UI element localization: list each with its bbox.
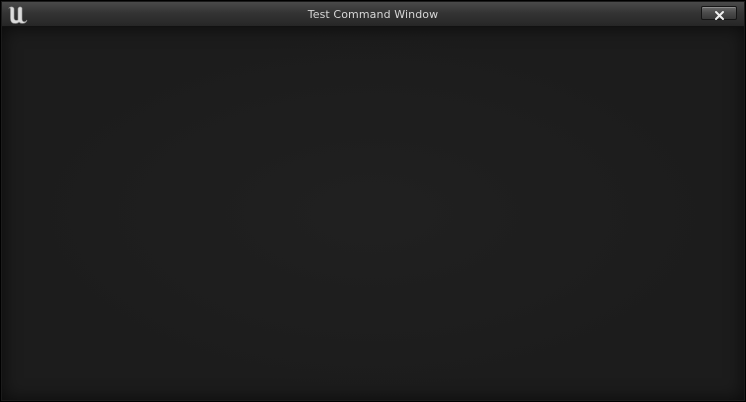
close-icon xyxy=(714,8,725,20)
test-command-window: Test Command Window xyxy=(0,0,746,402)
close-button[interactable] xyxy=(701,6,737,20)
window-content-area xyxy=(2,27,744,400)
unreal-engine-logo-icon xyxy=(6,5,30,25)
title-bar[interactable]: Test Command Window xyxy=(2,2,744,27)
window-title: Test Command Window xyxy=(307,8,439,21)
